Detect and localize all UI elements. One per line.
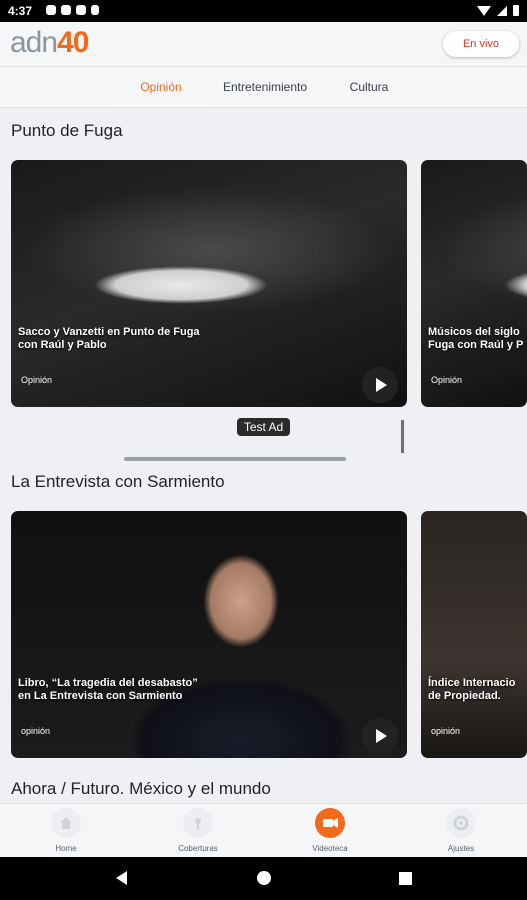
live-button[interactable]: En vivo bbox=[443, 31, 519, 57]
vertical-scroll-indicator bbox=[401, 420, 404, 453]
horizontal-scroll-indicator bbox=[124, 457, 346, 461]
recent-apps-icon[interactable] bbox=[399, 872, 412, 885]
broadcast-icon bbox=[183, 808, 213, 838]
nav-label: Videoteca bbox=[312, 844, 348, 853]
play-icon[interactable] bbox=[362, 718, 398, 754]
ad-label[interactable]: Test Ad bbox=[237, 418, 290, 436]
back-icon[interactable] bbox=[116, 871, 127, 885]
video-category: Opinión bbox=[431, 375, 463, 385]
app-header: adn40 En vivo bbox=[0, 22, 527, 67]
category-tabs: Opinión Entretenimiento Cultura bbox=[0, 67, 527, 108]
video-card[interactable]: Libro, “La tragedia del desabasto” en La… bbox=[11, 511, 407, 758]
nav-label: Coberturas bbox=[178, 844, 218, 853]
video-title: Músicos del siglo Fuga con Raúl y P bbox=[428, 326, 524, 351]
system-navigation-bar bbox=[0, 857, 527, 900]
nav-ajustes[interactable]: Ajustes bbox=[421, 808, 501, 853]
video-camera-icon bbox=[315, 808, 345, 838]
nav-home[interactable]: Home bbox=[26, 808, 106, 853]
active-tab-indicator bbox=[111, 104, 211, 107]
section-title: Punto de Fuga bbox=[11, 121, 123, 140]
video-title: Índice Internacio de Propiedad. bbox=[428, 677, 516, 702]
status-bar: 4:37 bbox=[0, 0, 527, 22]
video-card[interactable]: Índice Internacio de Propiedad. opinión bbox=[421, 511, 527, 758]
tab-cultura[interactable]: Cultura bbox=[323, 67, 415, 107]
video-category: opinión bbox=[21, 726, 51, 736]
video-category: Opinión bbox=[21, 375, 53, 385]
section-title: Ahora / Futuro. México y el mundo bbox=[11, 779, 271, 798]
status-time: 4:37 bbox=[8, 4, 33, 18]
notification-icon bbox=[61, 5, 71, 15]
play-icon[interactable] bbox=[362, 367, 398, 403]
nav-coberturas[interactable]: Coberturas bbox=[158, 808, 238, 853]
logo-number: 40 bbox=[57, 26, 89, 59]
video-category: opinión bbox=[431, 726, 461, 736]
nav-label: Home bbox=[55, 844, 77, 853]
notification-icon bbox=[91, 5, 99, 15]
bottom-navigation: Home Coberturas Videoteca Ajustes bbox=[0, 803, 527, 858]
tab-opinion[interactable]: Opinión bbox=[111, 67, 211, 107]
battery-icon bbox=[513, 5, 519, 16]
home-icon bbox=[51, 808, 81, 838]
video-card[interactable]: Músicos del siglo Fuga con Raúl y P Opin… bbox=[421, 160, 527, 407]
signal-icon bbox=[497, 5, 507, 16]
video-card[interactable]: Sacco y Vanzetti en Punto de Fuga con Ra… bbox=[11, 160, 407, 407]
section-title: La Entrevista con Sarmiento bbox=[11, 472, 225, 491]
app-logo[interactable]: adn40 bbox=[10, 26, 89, 60]
notification-icons bbox=[46, 5, 99, 15]
nav-videoteca[interactable]: Videoteca bbox=[290, 808, 370, 853]
tab-entretenimiento[interactable]: Entretenimiento bbox=[213, 67, 317, 107]
notification-icon bbox=[76, 5, 86, 15]
video-title: Libro, “La tragedia del desabasto” en La… bbox=[18, 677, 198, 702]
home-button-icon[interactable] bbox=[257, 871, 271, 885]
nav-label: Ajustes bbox=[447, 844, 475, 853]
gear-icon bbox=[446, 808, 476, 838]
logo-text: adn bbox=[10, 26, 58, 59]
wifi-icon bbox=[477, 5, 491, 16]
notification-icon bbox=[46, 5, 56, 15]
video-title: Sacco y Vanzetti en Punto de Fuga con Ra… bbox=[18, 326, 200, 351]
